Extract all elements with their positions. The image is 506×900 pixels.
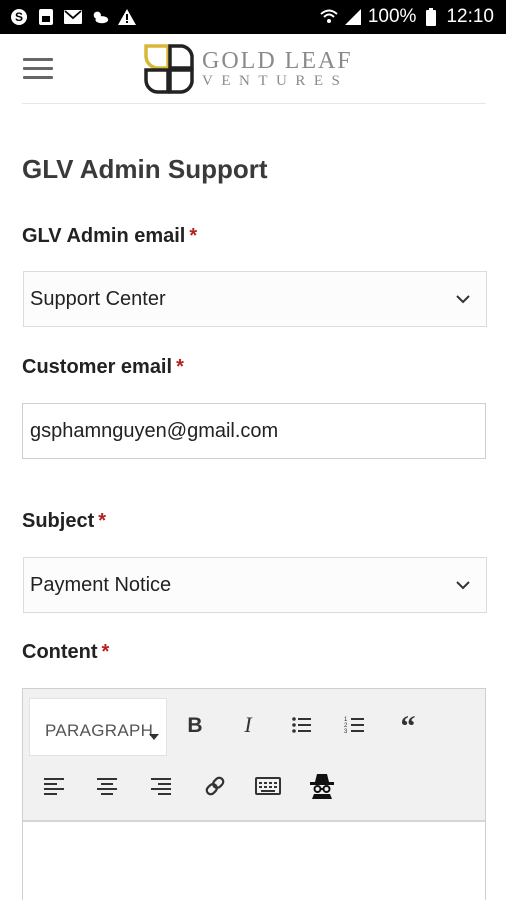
align-left-icon[interactable] <box>39 771 69 801</box>
admin-email-value: Support Center <box>30 287 166 310</box>
admin-email-select[interactable]: Support Center <box>23 271 487 327</box>
admin-email-label: GLV Admin email * <box>22 225 198 247</box>
signal-icon <box>344 8 362 26</box>
required-asterisk: * <box>101 641 110 663</box>
wifi-icon <box>320 8 338 26</box>
required-asterisk: * <box>98 510 107 532</box>
warning-icon <box>118 8 136 26</box>
chevron-down-icon <box>456 295 470 304</box>
page-title: GLV Admin Support <box>22 154 268 184</box>
subject-value: Payment Notice <box>30 573 172 596</box>
logo-mark-icon <box>144 44 194 94</box>
gold-leaf-ventures-logo[interactable]: GOLD LEAF VENTURES <box>142 42 353 96</box>
status-bar-left: S <box>10 8 136 26</box>
required-asterisk: * <box>176 356 184 378</box>
app-header: GOLD LEAF VENTURES <box>0 34 506 104</box>
status-bar: S 100% 12:10 <box>0 0 506 34</box>
customer-email-label: Customer email * <box>22 356 184 378</box>
caret-down-icon <box>149 734 159 740</box>
svg-text:“: “ <box>401 715 416 735</box>
paragraph-format-value: PARAGRAPH <box>45 721 154 740</box>
incognito-icon[interactable] <box>307 771 337 801</box>
svg-text:I: I <box>243 714 253 736</box>
editor-content-area[interactable] <box>23 822 485 900</box>
battery-percent: 100% <box>367 6 417 27</box>
status-bar-right: 100% 12:10 <box>320 6 494 28</box>
blockquote-icon[interactable]: “ <box>393 710 423 740</box>
editor-toolbar: PARAGRAPH B I 123 “ <box>23 689 485 822</box>
link-icon[interactable] <box>200 771 230 801</box>
sim-card-icon <box>37 8 55 26</box>
header-divider <box>22 103 486 104</box>
align-right-icon[interactable] <box>146 771 176 801</box>
mail-icon <box>64 8 82 26</box>
numbered-list-icon[interactable]: 123 <box>340 710 370 740</box>
battery-icon <box>422 8 440 26</box>
chevron-down-icon <box>456 581 470 590</box>
content-editor: PARAGRAPH B I 123 “ <box>22 688 486 900</box>
subject-label: Subject * <box>22 510 107 532</box>
align-center-icon[interactable] <box>92 771 122 801</box>
paragraph-format-select[interactable]: PARAGRAPH <box>29 698 167 756</box>
subject-select[interactable]: Payment Notice <box>23 557 487 613</box>
hamburger-menu-icon[interactable] <box>23 58 53 80</box>
logo-line-1: GOLD LEAF <box>202 48 353 74</box>
customer-email-field[interactable]: gsphamnguyen@gmail.com <box>22 403 486 459</box>
keyboard-icon[interactable] <box>253 771 283 801</box>
svg-text:S: S <box>15 10 23 24</box>
clock: 12:10 <box>446 6 494 27</box>
weather-icon <box>91 8 109 26</box>
bold-icon[interactable]: B <box>180 710 210 740</box>
bullet-list-icon[interactable] <box>287 710 317 740</box>
logo-line-2: VENTURES <box>202 73 349 89</box>
customer-email-value: gsphamnguyen@gmail.com <box>30 419 279 442</box>
svg-text:B: B <box>187 714 202 736</box>
content-label: Content * <box>22 641 110 663</box>
italic-icon[interactable]: I <box>233 710 263 740</box>
required-asterisk: * <box>189 225 198 247</box>
skype-icon: S <box>10 8 28 26</box>
svg-text:3: 3 <box>344 729 348 735</box>
